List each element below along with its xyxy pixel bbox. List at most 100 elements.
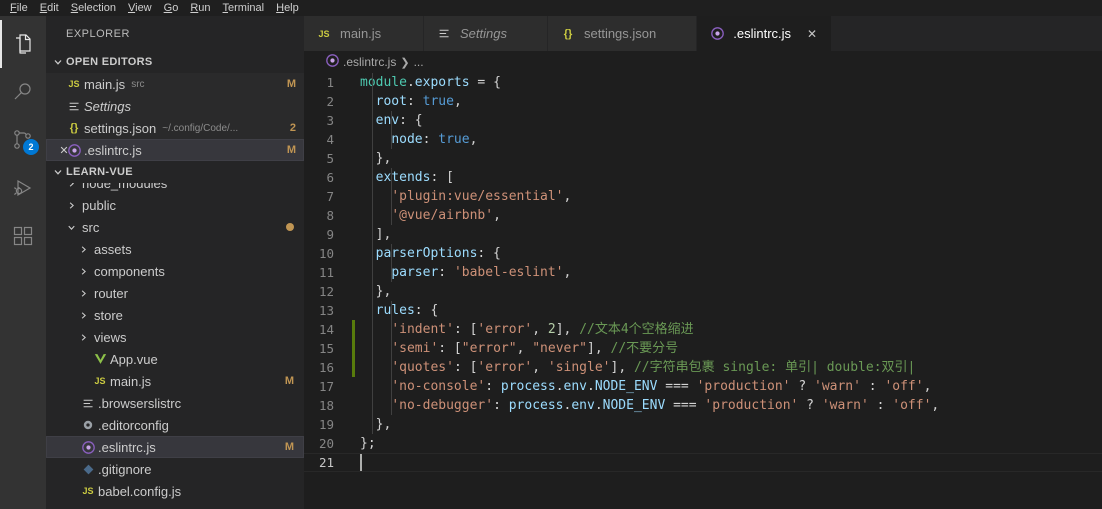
- activity-item-extensions[interactable]: [0, 212, 46, 260]
- menu-item-view[interactable]: View: [122, 0, 158, 16]
- line-number: 18: [318, 398, 334, 413]
- section-project[interactable]: LEARN-VUE: [46, 161, 304, 183]
- activity-bar: 2: [0, 16, 46, 509]
- activity-item-source-control[interactable]: 2: [0, 116, 46, 164]
- modified-dot-icon: [286, 223, 294, 231]
- tree-folder[interactable]: views: [46, 326, 304, 348]
- code-text: '@vue/airbnb',: [391, 208, 501, 223]
- menu-item-run[interactable]: Run: [184, 0, 216, 16]
- tree-item-label: public: [82, 197, 116, 213]
- code-text: 'no-console': process.env.NODE_ENV === '…: [391, 379, 932, 394]
- line-number: 3: [326, 113, 334, 128]
- open-editor-row[interactable]: JS main.js src M: [46, 73, 304, 95]
- chevron-right-icon[interactable]: [76, 266, 90, 277]
- tree-file[interactable]: .gitignore: [46, 458, 304, 480]
- editor-tab[interactable]: .eslintrc.js ✕: [697, 16, 833, 51]
- indent-guide: [372, 73, 373, 434]
- breadcrumb-more[interactable]: ...: [414, 55, 424, 69]
- code-line: 12 },: [304, 282, 1102, 301]
- open-editor-label: settings.json: [84, 120, 157, 136]
- gutter-change-marker: [352, 358, 355, 377]
- section-project-label: LEARN-VUE: [66, 166, 133, 178]
- editor-tab[interactable]: JS main.js: [304, 16, 424, 51]
- menu-item-file[interactable]: File: [4, 0, 34, 16]
- text-cursor: [360, 454, 362, 471]
- chevron-right-icon[interactable]: [76, 244, 90, 255]
- chevron-right-icon[interactable]: [76, 332, 90, 343]
- open-editor-row[interactable]: Settings: [46, 95, 304, 117]
- code-text: env: {: [375, 113, 423, 128]
- code-line: 7 'plugin:vue/essential',: [304, 187, 1102, 206]
- line-number: 20: [318, 436, 334, 451]
- activity-item-search[interactable]: [0, 68, 46, 116]
- editor-tab-label: settings.json: [583, 26, 657, 41]
- tree-folder[interactable]: public: [46, 194, 304, 216]
- breadcrumb[interactable]: .eslintrc.js ❯ ...: [304, 51, 1102, 73]
- chevron-right-icon[interactable]: [76, 288, 90, 299]
- chevron-right-icon[interactable]: [76, 310, 90, 321]
- close-icon[interactable]: ✕: [46, 144, 68, 157]
- tree-folder[interactable]: src: [46, 216, 304, 238]
- editor-tab[interactable]: Settings: [424, 16, 548, 51]
- run-debug-icon: [11, 176, 35, 200]
- code-line: 5 },: [304, 149, 1102, 168]
- menu-item-terminal[interactable]: Terminal: [217, 0, 271, 16]
- breadcrumb-file[interactable]: .eslintrc.js: [343, 55, 396, 69]
- tree-folder[interactable]: assets: [46, 238, 304, 260]
- activity-item-run-debug[interactable]: [0, 164, 46, 212]
- editor-tab-label: .eslintrc.js: [733, 26, 792, 41]
- menu-item-selection[interactable]: Selection: [65, 0, 122, 16]
- code-line: 14 'indent': ['error', 2], //文本4个空格缩进: [304, 320, 1102, 339]
- vscode-window: File Edit Selection View Go Run Terminal Help: [0, 0, 1102, 509]
- code-line: 11 parser: 'babel-eslint',: [304, 263, 1102, 282]
- tree-item-label: .eslintrc.js: [98, 439, 156, 455]
- code-line: 2 root: true,: [304, 92, 1102, 111]
- line-number: 4: [326, 132, 334, 147]
- line-number: 14: [318, 322, 334, 337]
- tree-folder[interactable]: components: [46, 260, 304, 282]
- section-open-editors[interactable]: OPEN EDITORS: [46, 51, 304, 73]
- code-line: 4 node: true,: [304, 130, 1102, 149]
- code-text: [348, 453, 362, 472]
- tree-folder[interactable]: router: [46, 282, 304, 304]
- activity-item-explorer[interactable]: [0, 20, 46, 68]
- menu-item-help[interactable]: Help: [270, 0, 305, 16]
- code-line: 20};: [304, 434, 1102, 453]
- json-icon: {}: [69, 122, 79, 134]
- chevron-down-icon: [50, 166, 66, 178]
- source-control-badge: 2: [23, 139, 39, 155]
- tree-file[interactable]: .eslintrc.js M: [46, 436, 304, 458]
- menu-item-edit[interactable]: Edit: [34, 0, 65, 16]
- settings-list-icon: [434, 27, 454, 40]
- indent-guide: [391, 301, 392, 415]
- code-editor[interactable]: 1 module.exports = {2 root: true, 3 env: {…: [304, 73, 1102, 509]
- code-line: 1 module.exports = {: [304, 73, 1102, 92]
- tree-file[interactable]: App.vue: [46, 348, 304, 370]
- chevron-right-icon[interactable]: [64, 200, 78, 211]
- code-lines: 1 module.exports = {2 root: true, 3 env: {…: [304, 73, 1102, 472]
- status-badge: M: [284, 375, 294, 387]
- tree-file[interactable]: JS babel.config.js: [46, 480, 304, 502]
- open-editor-row[interactable]: {} settings.json ~/.config/Code/... 2: [46, 117, 304, 139]
- code-text: ],: [360, 227, 392, 242]
- tree-file[interactable]: .editorconfig: [46, 414, 304, 436]
- chevron-down-icon[interactable]: [64, 222, 78, 233]
- tree-file[interactable]: JS main.js M: [46, 370, 304, 392]
- open-editor-row[interactable]: ✕ .eslintrc.js M: [46, 139, 304, 161]
- tree-item-label: store: [94, 307, 123, 323]
- editor-tab[interactable]: {} settings.json: [547, 16, 698, 51]
- sidebar-explorer: EXPLORER OPEN EDITORS JS main.js src M Setti…: [46, 16, 304, 509]
- tree-item-label: router: [94, 285, 128, 301]
- tree-folder[interactable]: store: [46, 304, 304, 326]
- tree-item-label: main.js: [110, 373, 152, 389]
- eslint-icon: [707, 27, 727, 40]
- tree-item-label: components: [94, 263, 165, 279]
- line-number: 21: [318, 455, 334, 470]
- chevron-down-icon: [50, 56, 66, 68]
- close-icon[interactable]: ✕: [805, 27, 819, 41]
- menu-item-go[interactable]: Go: [158, 0, 185, 16]
- tabs-filler: [832, 16, 1102, 51]
- tree-file[interactable]: .browserslistrc: [46, 392, 304, 414]
- line-number: 8: [326, 208, 334, 223]
- code-line: 13 rules: {: [304, 301, 1102, 320]
